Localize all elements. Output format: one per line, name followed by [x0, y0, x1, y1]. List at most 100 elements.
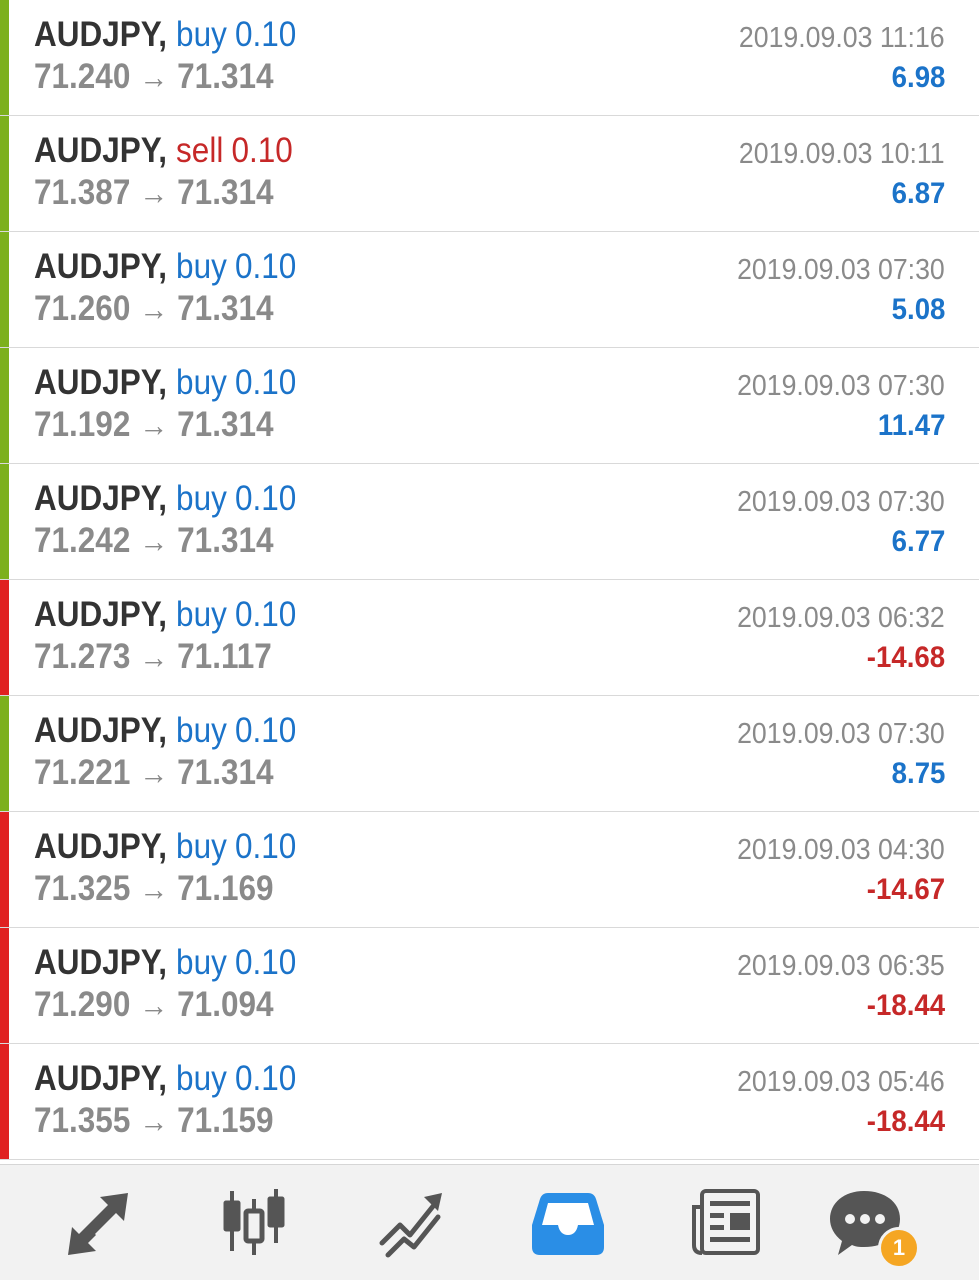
trade-header: AUDJPY, buy 0.10	[34, 710, 296, 752]
trade-time: 2019.09.03 07:30	[737, 254, 945, 286]
nav-trade[interactable]	[372, 1185, 452, 1261]
open-price: 71.192	[34, 405, 131, 444]
trade-direction: buy	[176, 595, 227, 634]
trade-direction: buy	[176, 1059, 227, 1098]
trade-time: 2019.09.03 11:16	[739, 22, 945, 54]
nav-messages[interactable]: 1	[828, 1185, 920, 1269]
close-price: 71.314	[177, 57, 274, 96]
trade-direction: sell	[176, 131, 224, 170]
news-icon	[692, 1189, 760, 1255]
nav-history[interactable]	[528, 1185, 608, 1261]
messages-badge: 1	[878, 1227, 920, 1269]
trade-symbol: AUDJPY	[34, 595, 159, 634]
trade-volume: 0.10	[234, 363, 297, 402]
separator: ,	[158, 943, 168, 982]
trade-history-list: AUDJPY, buy 0.10 71.240 → 71.314 2019.09.03 11…	[0, 0, 979, 1164]
trade-prices: 71.273 → 71.117	[34, 636, 272, 678]
nav-chart[interactable]	[214, 1185, 294, 1261]
arrow-right-icon: →	[139, 523, 169, 559]
trade-row[interactable]: AUDJPY, buy 0.10 71.260 → 71.314 2019.09.03 07…	[0, 232, 979, 348]
trade-direction: buy	[176, 15, 227, 54]
trade-symbol: AUDJPY	[34, 131, 159, 170]
trade-header: AUDJPY, buy 0.10	[34, 14, 296, 56]
trade-volume: 0.10	[234, 595, 297, 634]
trade-prices: 71.242 → 71.314	[34, 520, 274, 562]
arrow-right-icon: →	[139, 639, 169, 675]
trade-time: 2019.09.03 07:30	[737, 370, 945, 402]
trade-header: AUDJPY, buy 0.10	[34, 826, 296, 868]
trade-time: 2019.09.03 05:46	[737, 1066, 945, 1098]
nav-news[interactable]	[686, 1185, 766, 1261]
trade-profit: -14.68	[866, 641, 945, 674]
trade-profit: 6.87	[891, 177, 945, 210]
trade-profit: 6.98	[891, 61, 945, 94]
trade-prices: 71.290 → 71.094	[34, 984, 274, 1026]
arrow-right-icon: →	[139, 59, 169, 95]
separator: ,	[158, 711, 168, 750]
separator: ,	[158, 247, 168, 286]
open-price: 71.242	[34, 521, 131, 560]
open-price: 71.273	[34, 637, 131, 676]
trade-direction: buy	[176, 827, 227, 866]
trade-direction: buy	[176, 711, 227, 750]
trade-time: 2019.09.03 07:30	[737, 486, 945, 518]
trade-prices: 71.325 → 71.169	[34, 868, 274, 910]
trade-header: AUDJPY, buy 0.10	[34, 594, 296, 636]
close-price: 71.314	[177, 521, 274, 560]
close-price: 71.159	[177, 1101, 274, 1140]
history-icon	[532, 1193, 604, 1255]
arrow-right-icon: →	[139, 407, 169, 443]
separator: ,	[158, 131, 168, 170]
trade-volume: 0.10	[234, 1059, 297, 1098]
trade-row[interactable]: AUDJPY, buy 0.10 71.240 → 71.314 2019.09.03 11…	[0, 0, 979, 116]
trade-header: AUDJPY, sell 0.10	[34, 130, 293, 172]
close-price: 71.169	[177, 869, 274, 908]
trade-direction: buy	[176, 363, 227, 402]
open-price: 71.325	[34, 869, 131, 908]
trade-header: AUDJPY, buy 0.10	[34, 942, 296, 984]
trade-time: 2019.09.03 04:30	[737, 834, 945, 866]
trade-prices: 71.355 → 71.159	[34, 1100, 274, 1142]
trade-volume: 0.10	[234, 247, 297, 286]
trade-symbol: AUDJPY	[34, 479, 159, 518]
trade-row[interactable]: AUDJPY, buy 0.10 71.325 → 71.169 2019.09.03 04…	[0, 812, 979, 928]
chart-icon	[223, 1189, 285, 1255]
trade-time: 2019.09.03 10:11	[739, 138, 945, 170]
trade-direction: buy	[176, 479, 227, 518]
arrow-right-icon: →	[139, 175, 169, 211]
arrow-right-icon: →	[139, 291, 169, 327]
trade-volume: 0.10	[231, 131, 293, 170]
trade-row[interactable]: AUDJPY, buy 0.10 71.355 → 71.159 2019.09.03 05…	[0, 1044, 979, 1160]
trade-prices: 71.387 → 71.314	[34, 172, 274, 214]
close-price: 71.117	[177, 637, 272, 676]
trade-symbol: AUDJPY	[34, 827, 159, 866]
trade-header: AUDJPY, buy 0.10	[34, 478, 296, 520]
separator: ,	[158, 1059, 168, 1098]
trade-row[interactable]: AUDJPY, buy 0.10 71.290 → 71.094 2019.09.03 06…	[0, 928, 979, 1044]
trade-row[interactable]: AUDJPY, buy 0.10 71.192 → 71.314 2019.09.03 07…	[0, 348, 979, 464]
trade-time: 2019.09.03 06:35	[737, 950, 945, 982]
trade-profit: 11.47	[877, 409, 945, 442]
trade-row[interactable]: AUDJPY, buy 0.10 71.221 → 71.314 2019.09.03 07…	[0, 696, 979, 812]
close-price: 71.314	[177, 405, 274, 444]
open-price: 71.290	[34, 985, 131, 1024]
trade-row[interactable]: AUDJPY, sell 0.10 71.387 → 71.314 2019.09.03 1…	[0, 116, 979, 232]
trade-row[interactable]: AUDJPY, buy 0.10 71.273 → 71.117 2019.09.03 06…	[0, 580, 979, 696]
trade-volume: 0.10	[234, 479, 297, 518]
nav-quotes[interactable]	[58, 1185, 138, 1261]
trade-profit: 5.08	[891, 293, 945, 326]
trade-header: AUDJPY, buy 0.10	[34, 246, 296, 288]
arrow-right-icon: →	[139, 755, 169, 791]
trade-row[interactable]: AUDJPY, buy 0.10 71.242 → 71.314 2019.09.03 07…	[0, 464, 979, 580]
trade-symbol: AUDJPY	[34, 247, 159, 286]
profit-status-bar	[0, 232, 9, 347]
trade-profit: -18.44	[866, 1105, 945, 1138]
trade-time: 2019.09.03 06:32	[737, 602, 945, 634]
open-price: 71.240	[34, 57, 131, 96]
trade-prices: 71.192 → 71.314	[34, 404, 274, 446]
trade-symbol: AUDJPY	[34, 943, 159, 982]
trade-volume: 0.10	[234, 711, 297, 750]
trade-direction: buy	[176, 247, 227, 286]
separator: ,	[158, 363, 168, 402]
trade-symbol: AUDJPY	[34, 711, 159, 750]
